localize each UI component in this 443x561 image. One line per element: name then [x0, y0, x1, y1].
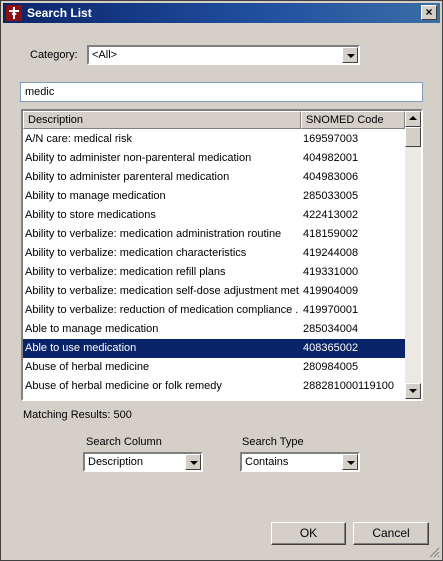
- scroll-up-icon[interactable]: [405, 111, 421, 127]
- row-snomed-code: 404983006: [303, 171, 359, 183]
- row-description: Ability to verbalize: reduction of medic…: [25, 304, 299, 316]
- row-description: Ability to verbalize: medication refill …: [25, 266, 226, 278]
- matching-results: Matching Results: 500: [23, 409, 132, 421]
- table-row[interactable]: Able to use medication 408365002: [23, 339, 405, 358]
- row-snomed-code: 285033005: [303, 190, 359, 202]
- row-description: Ability to verbalize: medication adminis…: [25, 228, 282, 240]
- row-snomed-code: 419244008: [303, 247, 359, 259]
- window-title: Search List: [27, 6, 92, 20]
- row-description: Ability to administer parenteral medicat…: [25, 171, 230, 183]
- close-button[interactable]: ×: [421, 5, 437, 20]
- results-list-body: Description SNOMED Code A/N care: medica…: [23, 111, 405, 399]
- row-description: Ability to administer non-parenteral med…: [25, 152, 252, 164]
- search-column-value: Description: [88, 456, 144, 468]
- search-type-dropdown[interactable]: Contains: [240, 452, 360, 472]
- row-description: Ability to verbalize: medication self-do…: [25, 285, 299, 297]
- medical-cross-icon: [6, 5, 22, 21]
- list-header: Description SNOMED Code: [23, 111, 405, 129]
- table-row[interactable]: A/N care: medical risk 169597003: [23, 130, 405, 149]
- table-row[interactable]: Abuse of herbal medicine or folk remedy 2…: [23, 377, 405, 396]
- table-row[interactable]: Ability to verbalize: reduction of medic…: [23, 301, 405, 320]
- row-snomed-code: 169597003: [303, 133, 359, 145]
- row-description: Able to manage medication: [25, 323, 159, 335]
- row-description: A/N care: medical risk: [25, 133, 132, 145]
- title-bar[interactable]: Search List ×: [3, 3, 440, 23]
- table-row[interactable]: Acanthosis medicamentosa405680006: [23, 396, 405, 399]
- table-row[interactable]: Ability to verbalize: medication charact…: [23, 244, 405, 263]
- table-row[interactable]: Able to manage medication 285034004: [23, 320, 405, 339]
- search-list-dialog: Search List × Category: <All> Descriptio…: [0, 0, 443, 561]
- row-description: Abuse of herbal medicine or folk remedy: [25, 380, 222, 392]
- table-row[interactable]: Abuse of herbal medicine 280984005: [23, 358, 405, 377]
- row-snomed-code: 288281000119100: [303, 380, 394, 392]
- row-snomed-code: 280984005: [303, 361, 359, 373]
- scroll-down-icon[interactable]: [405, 383, 421, 399]
- row-snomed-code: 419970001: [303, 304, 359, 316]
- row-description: Ability to store medications: [25, 209, 156, 221]
- row-description: Ability to manage medication: [25, 190, 166, 202]
- table-row[interactable]: Ability to store medications 422413002: [23, 206, 405, 225]
- table-row[interactable]: Ability to administer parenteral medicat…: [23, 168, 405, 187]
- row-description: Abuse of herbal medicine: [25, 361, 150, 373]
- row-snomed-code: 419904009: [303, 285, 359, 297]
- ok-button[interactable]: OK: [271, 522, 346, 545]
- row-snomed-code: 418159002: [303, 228, 359, 240]
- category-dropdown[interactable]: <All>: [87, 45, 360, 65]
- chevron-down-icon[interactable]: [185, 454, 201, 470]
- results-list[interactable]: Description SNOMED Code A/N care: medica…: [21, 109, 423, 401]
- row-snomed-code: 419331000: [303, 266, 359, 278]
- category-value: <All>: [92, 49, 118, 61]
- row-description: Ability to verbalize: medication charact…: [25, 247, 247, 259]
- row-snomed-code: 404982001: [303, 152, 359, 164]
- table-row[interactable]: Ability to verbalize: medication self-do…: [23, 282, 405, 301]
- column-header-snomed-code[interactable]: SNOMED Code: [301, 111, 405, 129]
- search-column-dropdown[interactable]: Description: [83, 452, 203, 472]
- row-snomed-code: 285034004: [303, 323, 359, 335]
- chevron-down-icon[interactable]: [342, 454, 358, 470]
- search-field[interactable]: [20, 82, 423, 102]
- scroll-thumb[interactable]: [405, 127, 421, 147]
- chevron-down-icon[interactable]: [342, 47, 358, 63]
- category-label: Category:: [30, 49, 78, 61]
- column-header-description[interactable]: Description: [23, 111, 301, 129]
- table-row[interactable]: Ability to verbalize: medication refill …: [23, 263, 405, 282]
- row-snomed-code: 408365002: [303, 342, 359, 354]
- close-icon: ×: [425, 5, 433, 19]
- vertical-scrollbar[interactable]: [405, 111, 421, 399]
- table-row[interactable]: Ability to manage medication 285033005: [23, 187, 405, 206]
- table-row[interactable]: Ability to verbalize: medication adminis…: [23, 225, 405, 244]
- resize-grip-icon[interactable]: [428, 546, 440, 558]
- table-row[interactable]: Ability to administer non-parenteral med…: [23, 149, 405, 168]
- search-input[interactable]: [21, 83, 422, 101]
- cancel-button[interactable]: Cancel: [353, 522, 429, 545]
- search-type-label: Search Type: [242, 436, 304, 448]
- row-snomed-code: 422413002: [303, 209, 359, 221]
- search-column-label: Search Column: [86, 436, 162, 448]
- search-type-value: Contains: [245, 456, 289, 468]
- row-description: Able to use medication: [25, 342, 137, 354]
